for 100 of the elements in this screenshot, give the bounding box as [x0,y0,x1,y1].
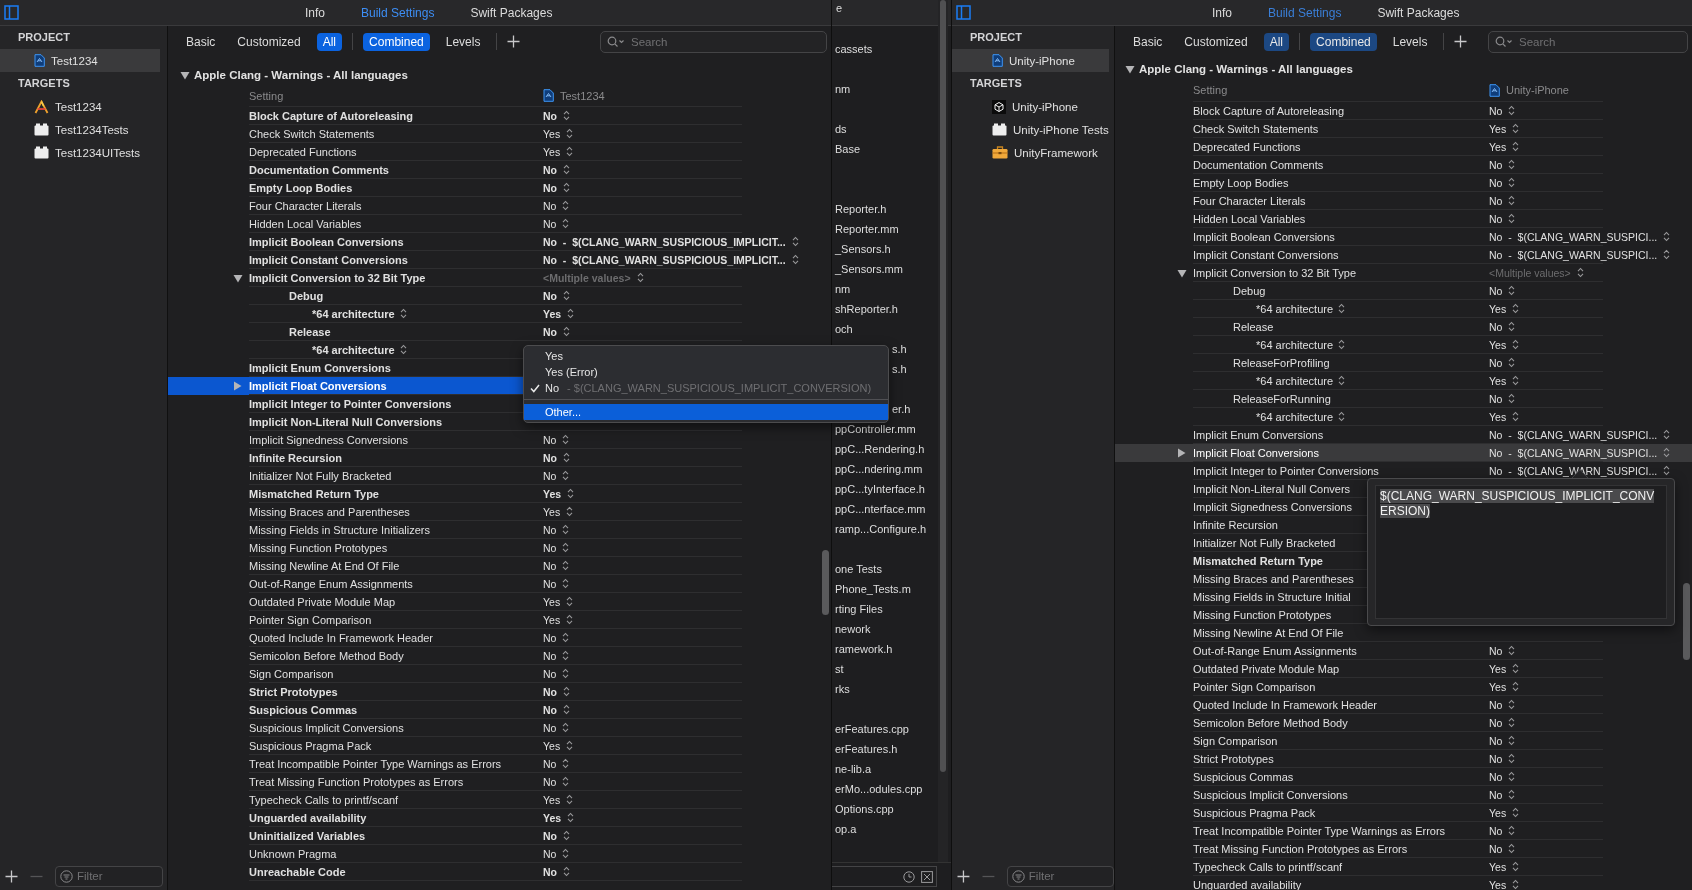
sidebar-toggle-icon[interactable] [4,5,19,20]
settings-row[interactable]: Treat Missing Function Prototypes as Errors No [168,773,831,791]
setting-value[interactable]: Yes [1489,806,1507,819]
add-icon[interactable] [507,35,521,48]
stepper-icon[interactable] [399,344,407,355]
setting-value[interactable]: No [543,757,557,770]
file-name[interactable]: op.a [832,819,951,839]
setting-value[interactable]: No [1489,212,1503,225]
setting-value[interactable]: No [543,577,557,590]
stepper-icon[interactable] [1512,339,1520,350]
tab[interactable]: Build Settings [361,5,435,20]
stepper-icon[interactable] [1508,357,1516,368]
settings-row[interactable]: Missing Function Prototypes No [168,539,831,557]
settings-row[interactable]: Pointer Sign Comparison Yes [168,611,831,629]
file-name[interactable]: erMo...odules.cpp [832,779,951,799]
settings-row[interactable]: Unreachable Code No [168,863,831,881]
stepper-icon[interactable] [566,596,574,607]
stepper-icon[interactable] [1508,717,1516,728]
filter-field[interactable]: Filter [55,865,163,887]
stepper-icon[interactable] [1663,465,1671,476]
setting-value[interactable]: Yes [543,613,561,626]
stepper-icon[interactable] [1663,447,1671,458]
setting-value[interactable]: No [543,109,557,122]
setting-value[interactable]: No [1489,698,1503,711]
setting-value[interactable]: No [1489,752,1503,765]
setting-value[interactable]: No [543,559,557,572]
stepper-icon[interactable] [566,128,574,139]
stepper-icon[interactable] [1512,681,1520,692]
settings-row[interactable]: Deprecated Functions Yes [168,143,831,161]
file-name[interactable]: ppC...tyInterface.h [832,479,951,499]
setting-value[interactable]: No - $(CLANG_WARN_SUSPICIOUS_IMPLICIT... [543,235,786,248]
scope-button[interactable]: Customized [231,32,307,51]
file-name[interactable]: rting Files [832,599,951,619]
setting-value[interactable]: No [1489,356,1503,369]
stepper-icon[interactable] [1338,375,1346,386]
setting-value[interactable]: No - $(CLANG_WARN_SUSPICIOUS_IMPLICIT... [543,253,786,266]
setting-value[interactable]: No [1489,176,1503,189]
settings-row[interactable]: Check Switch Statements Yes [168,125,831,143]
setting-value[interactable]: No [1489,788,1503,801]
settings-row[interactable]: Suspicious Implicit Conversions No [168,719,831,737]
stepper-icon[interactable] [1508,735,1516,746]
stepper-icon[interactable] [566,740,574,751]
stepper-icon[interactable] [1512,861,1520,872]
setting-value[interactable]: Yes [543,307,562,320]
stepper-icon[interactable] [1508,195,1516,206]
setting-value[interactable]: No [543,667,557,680]
menu-item[interactable]: Yes (Error) [524,364,888,380]
settings-row[interactable]: Implicit Constant Conversions No - $(CLANG_WARN_SUSPICIOUS_IMPLICIT... [168,251,831,269]
setting-value[interactable]: No [543,649,557,662]
settings-row[interactable]: *64 architecture Yes [168,305,831,323]
setting-value[interactable]: Yes [543,487,562,500]
setting-value[interactable]: No [543,847,557,860]
file-name[interactable]: erFeatures.h [832,739,951,759]
file-name[interactable]: ramework.h [832,639,951,659]
setting-value[interactable]: No - $(CLANG_WARN_SUSPICI... [1489,464,1658,477]
file-name[interactable]: Phone_Tests.m [832,579,951,599]
setting-value[interactable]: No [543,865,557,878]
tab[interactable]: Info [305,5,325,20]
menu-item[interactable]: Other... [524,404,888,420]
file-name[interactable]: Base [832,139,951,159]
settings-row[interactable]: Uninitialized Variables No [168,827,831,845]
stepper-icon[interactable] [563,182,570,193]
file-name[interactable]: Reporter.h [832,199,951,219]
stepper-icon[interactable] [562,632,570,643]
stepper-icon[interactable] [566,506,574,517]
file-name[interactable]: Reporter.mm [832,219,951,239]
setting-value[interactable]: No [1489,158,1503,171]
stepper-icon[interactable] [1508,159,1516,170]
setting-value[interactable]: Yes [1489,140,1507,153]
setting-value[interactable]: Yes [543,145,561,158]
setting-value[interactable]: No [543,289,557,302]
settings-row[interactable]: Out-of-Range Enum Assignments No [168,575,831,593]
stepper-icon[interactable] [563,326,570,337]
stepper-icon[interactable] [562,542,570,553]
stepper-icon[interactable] [1512,807,1520,818]
stepper-icon[interactable] [1512,375,1520,386]
stepper-icon[interactable] [562,758,570,769]
scrollbar-thumb[interactable] [822,550,829,615]
clock-icon[interactable] [903,870,915,883]
settings-row[interactable]: Hidden Local Variables No [168,215,831,233]
file-name[interactable]: ppC...nterface.mm [832,499,951,519]
settings-row[interactable]: Semicolon Before Method Body No [168,647,831,665]
setting-value[interactable]: Yes [543,595,561,608]
stepper-icon[interactable] [562,560,570,571]
stepper-icon[interactable] [1508,825,1516,836]
stepper-icon[interactable] [562,578,570,589]
stepper-icon[interactable] [1508,393,1516,404]
setting-value[interactable]: Yes [1489,122,1507,135]
stepper-icon[interactable] [562,668,570,679]
settings-row[interactable]: Implicit Signedness Conversions No [168,431,831,449]
stepper-icon[interactable] [1508,753,1516,764]
stepper-icon[interactable] [563,164,570,175]
stepper-icon[interactable] [1338,339,1346,350]
file-name[interactable]: one Tests [832,559,951,579]
settings-row[interactable]: Outdated Private Module Map Yes [168,593,831,611]
close-box-icon[interactable] [921,870,933,883]
stepper-icon[interactable] [1512,141,1520,152]
setting-value[interactable]: No [1489,716,1503,729]
stepper-icon[interactable] [562,470,570,481]
settings-row[interactable]: Block Capture of Autoreleasing No [168,107,831,125]
